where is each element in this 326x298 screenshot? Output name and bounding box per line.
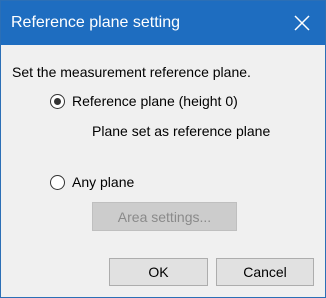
any-plane-label[interactable]: Any plane [72,174,134,190]
instruction-text: Set the measurement reference plane. [12,64,251,80]
radio-dot [54,97,61,105]
radio-button-selected[interactable] [50,93,65,109]
cancel-label: Cancel [243,264,287,280]
dialog-body: Set the measurement reference plane. Ref… [1,45,325,297]
cancel-button[interactable]: Cancel [216,258,314,286]
close-button[interactable] [279,1,325,45]
reference-plane-radio[interactable]: Reference plane (height 0) [50,91,238,111]
reference-plane-hint: Plane set as reference plane [92,123,271,139]
area-settings-button[interactable]: Area settings... [92,202,237,231]
area-settings-label: Area settings... [117,208,212,225]
dialog-title: Reference plane setting [11,14,180,31]
close-icon [294,15,310,31]
reference-plane-dialog: Reference plane setting Set the measurem… [0,0,326,298]
radio-button-unselected[interactable] [50,174,65,190]
ok-label: OK [148,264,169,280]
any-plane-radio[interactable]: Any plane [50,172,134,192]
title-bar: Reference plane setting [1,1,325,45]
reference-plane-label[interactable]: Reference plane (height 0) [72,93,238,109]
ok-button[interactable]: OK [109,258,208,286]
